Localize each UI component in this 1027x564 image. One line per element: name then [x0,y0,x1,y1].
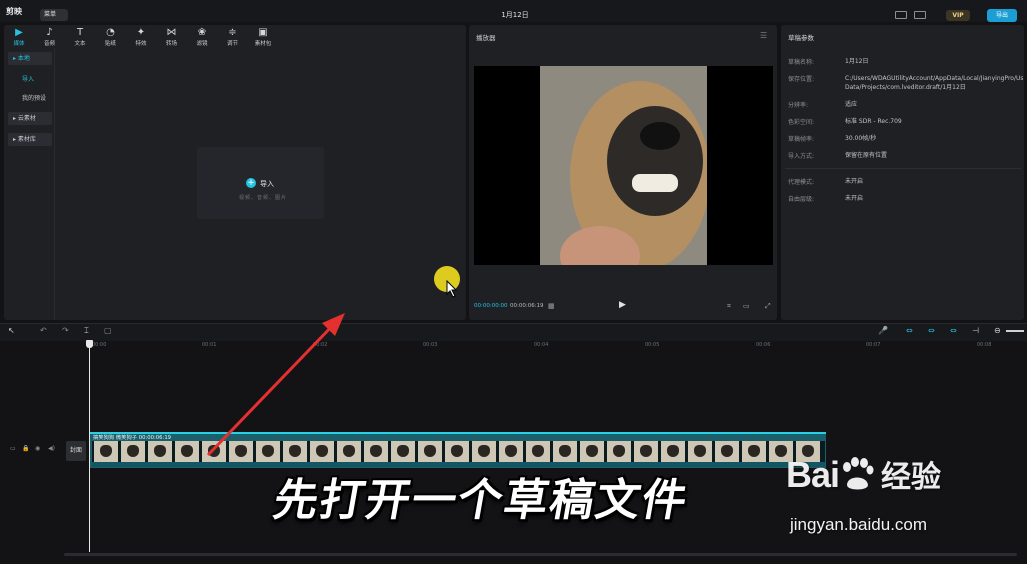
paw-icon [843,457,874,490]
watermark-brand: Bai [786,454,840,495]
watermark-url: jingyan.baidu.com [790,515,928,534]
baidu-watermark: Bai 经验 [786,452,941,496]
watermark-suffix: 经验 [881,460,942,495]
mouse-cursor-icon [446,280,458,298]
subtitle-caption: 先打开一个草稿文件 [269,475,693,526]
